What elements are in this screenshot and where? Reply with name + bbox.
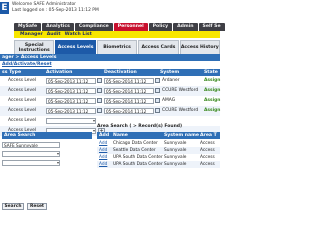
- table-row: Add Seattle Data Center Sunnyvale Access: [97, 147, 220, 154]
- row-system: CCURE Westford: [162, 88, 199, 93]
- area-system: Sunnyvale: [164, 162, 187, 167]
- row-state: Assign: [204, 98, 221, 103]
- tab-special-instructions[interactable]: Special Instructions: [14, 40, 55, 54]
- nav-tab-compliance[interactable]: Compliance: [74, 23, 113, 31]
- app-header: E Welcome SAFE Administrator Last logged…: [0, 0, 220, 22]
- calendar-icon[interactable]: [155, 88, 160, 93]
- area-search-header: Area Search: [2, 132, 92, 139]
- grid-row: Access Level 05-Sep-2013 11:12 05-Sep-20…: [0, 76, 220, 86]
- area-name: UPA South Data Center: [113, 162, 163, 167]
- header-type: ss Type: [2, 70, 22, 75]
- header-state: State: [204, 70, 218, 75]
- row-system: AMAG: [162, 98, 176, 103]
- grid-row: Access Level 05-Sep-2013 11:12 05-Sep-20…: [0, 106, 220, 116]
- calendar-icon[interactable]: [97, 108, 102, 113]
- deactivation-field[interactable]: 05-Sep-2014 11:12: [104, 78, 154, 84]
- add-activate-reset-link[interactable]: Add/Activate/Reset: [2, 62, 52, 67]
- access-level-select[interactable]: [46, 118, 96, 124]
- tab-access-levels[interactable]: Access Levels: [55, 40, 96, 54]
- header-add: Add: [99, 133, 110, 138]
- area-name: Chicago Data Center: [113, 141, 158, 146]
- area-type: Access: [200, 148, 215, 153]
- main-navigation: MySafe Analytics Compliance Personnel Po…: [14, 23, 225, 31]
- add-link[interactable]: Add: [99, 161, 107, 168]
- search-button[interactable]: Search: [2, 203, 24, 210]
- header-name: Name: [113, 133, 128, 138]
- activation-field[interactable]: 05-Sep-2013 11:12: [46, 78, 96, 84]
- area-system: Sunnyvale: [164, 155, 187, 160]
- table-row: Add Chicago Data Center Sunnyvale Access: [97, 140, 220, 147]
- row-system: CCURE Westford: [162, 108, 199, 113]
- sub-navigation: Manager Audit Watch List: [14, 31, 220, 38]
- results-title: Area Search ( > Record(s) Found): [97, 124, 183, 129]
- tab-access-history[interactable]: Access History: [179, 40, 221, 54]
- grid-row: Access Level 05-Sep-2013 11:12 05-Sep-20…: [0, 86, 220, 96]
- area-name: UPA South Data Center: [113, 155, 163, 160]
- row-state: Assign: [204, 78, 221, 83]
- app-logo: E: [0, 2, 9, 14]
- calendar-icon[interactable]: [155, 78, 160, 83]
- grid-row: Access Level 05-Sep-2013 11:12 05-Sep-20…: [0, 96, 220, 106]
- tab-access-cards[interactable]: Access Cards: [138, 40, 179, 54]
- area-search-input[interactable]: SAFE Sunnyvale: [2, 142, 60, 148]
- subnav-manager[interactable]: Manager: [20, 31, 43, 38]
- reset-button[interactable]: Reset: [27, 203, 47, 210]
- results-header: Add Name System name Area T: [97, 132, 220, 139]
- subnav-watch-list[interactable]: Watch List: [65, 31, 92, 38]
- table-row: Add UPA South Data Center Sunnyvale Acce…: [97, 154, 220, 161]
- area-system: Sunnyvale: [164, 141, 187, 146]
- area-name: Seattle Data Center: [113, 148, 156, 153]
- subnav-audit[interactable]: Audit: [47, 31, 61, 38]
- search-filter-select[interactable]: [2, 151, 60, 157]
- calendar-icon[interactable]: [97, 98, 102, 103]
- row-type: Access Level: [8, 108, 37, 113]
- calendar-icon[interactable]: [155, 98, 160, 103]
- calendar-icon[interactable]: [97, 88, 102, 93]
- area-type: Access: [200, 155, 215, 160]
- table-row: Add UPA South Data Center Sunnyvale Acce…: [97, 161, 220, 168]
- header-system: System: [160, 70, 180, 75]
- deactivation-field[interactable]: 05-Sep-2014 11:12: [104, 98, 154, 104]
- search-system-select[interactable]: [2, 160, 60, 166]
- area-type: Access: [200, 141, 215, 146]
- breadcrumb: ager > Access Levels: [0, 54, 220, 61]
- nav-tab-self-service[interactable]: Self Se: [198, 23, 225, 31]
- header-activation: Activation: [46, 70, 73, 75]
- add-link[interactable]: Add: [99, 147, 107, 154]
- row-type: Access Level: [8, 118, 37, 123]
- header-system-name: System name: [164, 133, 200, 138]
- nav-tab-mysafe[interactable]: MySafe: [14, 23, 42, 31]
- activation-field[interactable]: 05-Sep-2013 11:12: [46, 88, 96, 94]
- nav-tab-personnel[interactable]: Personnel: [113, 23, 148, 31]
- last-logged-text: Last logged on : 05-Sep-2013 11:12 PM: [12, 8, 99, 13]
- grid-header: ss Type Activation Deactivation System S…: [0, 69, 220, 76]
- tab-biometrics[interactable]: Biometrics: [96, 40, 138, 54]
- area-type: Access: [200, 162, 215, 167]
- header-deactivation: Deactivation: [104, 70, 137, 75]
- row-state: Assign: [204, 108, 221, 113]
- welcome-text: Welcome SAFE Administrator: [12, 2, 76, 7]
- activation-field[interactable]: 05-Sep-2013 11:12: [46, 108, 96, 114]
- row-type: Access Level: [8, 78, 37, 83]
- header-area-type: Area T: [200, 133, 217, 138]
- deactivation-field[interactable]: 05-Sep-2014 11:12: [104, 108, 154, 114]
- row-type: Access Level: [8, 98, 37, 103]
- deactivation-field[interactable]: 05-Sep-2014 11:12: [104, 88, 154, 94]
- nav-tab-admin[interactable]: Admin: [173, 23, 198, 31]
- section-tabs: Special Instructions Access Levels Biome…: [14, 40, 221, 54]
- row-state: Assign: [204, 88, 221, 93]
- row-type: Access Level: [8, 88, 37, 93]
- calendar-icon[interactable]: [97, 78, 102, 83]
- row-system: Ardaner: [162, 78, 180, 83]
- activation-field[interactable]: 05-Sep-2013 11:12: [46, 98, 96, 104]
- nav-tab-analytics[interactable]: Analytics: [42, 23, 74, 31]
- area-system: Sunnyvale: [164, 148, 187, 153]
- add-link[interactable]: Add: [99, 154, 107, 161]
- calendar-icon[interactable]: [155, 108, 160, 113]
- add-link[interactable]: Add: [99, 140, 107, 147]
- nav-tab-policy[interactable]: Policy: [148, 23, 173, 31]
